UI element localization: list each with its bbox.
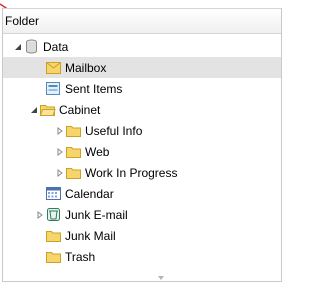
folder-icon [65, 144, 82, 159]
junk-email-icon [45, 207, 62, 222]
tree-item-junk-email[interactable]: Junk E-mail [3, 204, 281, 225]
folder-open-icon [39, 102, 56, 117]
tree-item-web[interactable]: Web [3, 141, 281, 162]
folder-pane: Folder Data Mailbox Sent Items Cabinet U… [0, 0, 283, 284]
folder-icon [45, 228, 62, 243]
tree-item-label: Useful Info [85, 123, 143, 138]
tree-item-label: Web [85, 144, 110, 159]
tree-item-sent-items[interactable]: Sent Items [3, 78, 281, 99]
tree-item-label: Calendar [65, 186, 114, 201]
collapsed-triangle-icon[interactable] [55, 125, 65, 137]
collapsed-triangle-icon[interactable] [55, 146, 65, 158]
tree-item-useful-info[interactable]: Useful Info [3, 120, 281, 141]
expanded-triangle-icon[interactable] [29, 104, 39, 116]
collapsed-triangle-icon[interactable] [35, 209, 45, 221]
tree-item-cabinet[interactable]: Cabinet [3, 99, 281, 120]
mailbox-icon [45, 60, 62, 75]
expanded-triangle-icon[interactable] [13, 41, 23, 53]
tree-item-work-in-progress[interactable]: Work In Progress [3, 162, 281, 183]
tree-item-trash[interactable]: Trash [3, 246, 281, 267]
data-store-icon [23, 39, 40, 54]
tree-item-label: Mailbox [65, 60, 107, 75]
collapsed-triangle-icon[interactable] [55, 167, 65, 179]
tree-item-label: Junk Mail [65, 228, 116, 243]
tree-item-label: Work In Progress [85, 165, 178, 180]
sent-items-icon [45, 81, 62, 96]
tree-item-junk-mail[interactable]: Junk Mail [3, 225, 281, 246]
folder-icon [65, 123, 82, 138]
tree-item-data[interactable]: Data [3, 36, 281, 57]
folder-panel: Folder Data Mailbox Sent Items Cabinet U… [2, 8, 282, 282]
tree-item-calendar[interactable]: Calendar [3, 183, 281, 204]
folder-icon [45, 249, 62, 264]
folder-icon [65, 165, 82, 180]
tree-item-label: Trash [65, 249, 96, 264]
tree-item-label: Sent Items [65, 81, 123, 96]
tree-item-mailbox[interactable]: Mailbox [3, 57, 281, 78]
calendar-icon [45, 186, 62, 201]
tree-item-label: Data [43, 39, 69, 54]
tree-item-label: Junk E-mail [65, 207, 128, 222]
resize-grip-icon[interactable] [156, 276, 166, 280]
folder-header-label: Folder [5, 14, 40, 28]
tree-item-label: Cabinet [59, 102, 101, 117]
folder-header[interactable]: Folder [3, 8, 281, 34]
